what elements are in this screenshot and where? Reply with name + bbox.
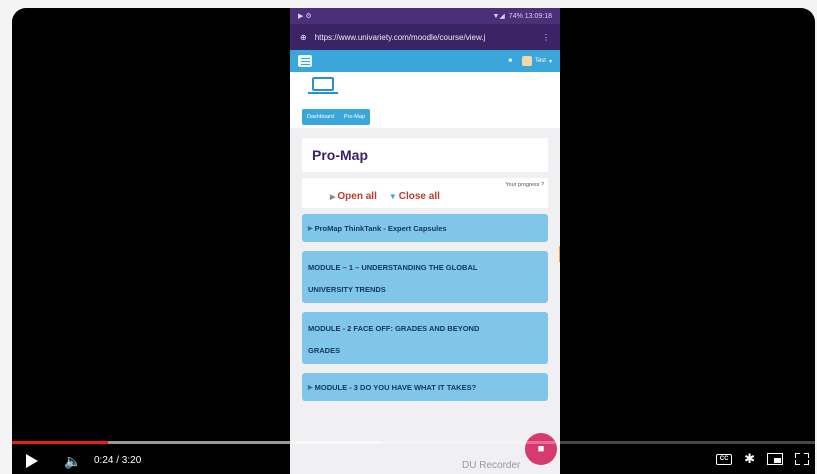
menu-icon[interactable]	[298, 55, 312, 67]
expand-arrow-icon: ▶	[308, 384, 313, 391]
user-menu-label: Test	[534, 58, 546, 64]
module-list: ▶ ProMap ThinkTank - Expert Capsules MOD…	[290, 214, 560, 401]
close-all-link[interactable]: ▼ Close all	[389, 191, 440, 202]
video-player[interactable]: ▶ ⚙ ▼◢ 74% 13:09:18 ⊕ https://www.univar…	[12, 8, 815, 474]
breadcrumb-area: Dashboard Pro-Map	[290, 102, 560, 128]
fullscreen-icon[interactable]	[795, 453, 809, 465]
avatar	[521, 56, 532, 66]
help-icon: ?	[540, 182, 544, 188]
phone-status-bar: ▶ ⚙ ▼◢ 74% 13:09:18	[290, 8, 560, 24]
url-text[interactable]: https://www.univariety.com/moodle/course…	[315, 33, 534, 42]
site-logo-area	[290, 72, 560, 102]
play-icon[interactable]	[26, 454, 38, 468]
laptop-base	[308, 92, 338, 94]
gear-icon[interactable]: ✱	[744, 451, 755, 467]
module-item[interactable]: ▶ ProMap ThinkTank - Expert Capsules	[302, 214, 548, 242]
module-item[interactable]: MODULE - 2 FACE OFF: GRADES AND BEYOND G…	[302, 312, 548, 364]
laptop-icon[interactable]	[312, 77, 334, 91]
captions-icon[interactable]: CC	[716, 453, 733, 465]
breadcrumb: Dashboard Pro-Map	[302, 109, 371, 125]
messages-icon[interactable]: ■	[508, 58, 512, 64]
phone-screen: ▶ ⚙ ▼◢ 74% 13:09:18 ⊕ https://www.univar…	[290, 8, 560, 474]
user-menu[interactable]: Test ▾	[521, 56, 552, 66]
status-time: 74% 13:09:18	[508, 12, 552, 20]
module-item[interactable]: MODULE – 1 – UNDERSTANDING THE GLOBAL UN…	[302, 251, 548, 303]
page-title-area: Pro-Map	[302, 138, 548, 172]
expand-arrow-icon: ▶	[308, 225, 313, 232]
video-progress-bar[interactable]	[12, 441, 815, 444]
page-title: Pro-Map	[312, 147, 368, 163]
module-item[interactable]: ▶ MODULE - 3 DO YOU HAVE WHAT IT TAKES?	[302, 373, 548, 401]
progress-label: Your progress ?	[505, 182, 544, 188]
breadcrumb-dashboard[interactable]: Dashboard	[307, 114, 334, 120]
video-controls: 🔈 0:24 / 3:20 CC ✱	[12, 448, 815, 474]
time-display: 0:24 / 3:20	[94, 455, 142, 466]
chevron-down-icon: ▾	[548, 58, 552, 65]
browser-url-bar[interactable]: ⊕ https://www.univariety.com/moodle/cour…	[290, 24, 560, 50]
volume-icon[interactable]: 🔈	[64, 453, 81, 470]
progress-fill	[12, 441, 109, 444]
section-controls: Your progress ? ▶ Open all ▼ Close all	[302, 178, 548, 208]
signal-icon: ▼◢	[492, 13, 505, 20]
breadcrumb-promap[interactable]: Pro-Map	[344, 114, 365, 120]
more-menu-icon[interactable]: ⋮	[542, 33, 550, 42]
open-all-link[interactable]: ▶ Open all	[330, 191, 377, 202]
side-tab[interactable]	[559, 246, 560, 262]
notification-icon: ▶ ⚙	[298, 13, 312, 20]
app-header: ■ Test ▾	[290, 50, 560, 72]
globe-icon: ⊕	[300, 32, 307, 42]
miniplayer-icon[interactable]	[767, 453, 783, 465]
